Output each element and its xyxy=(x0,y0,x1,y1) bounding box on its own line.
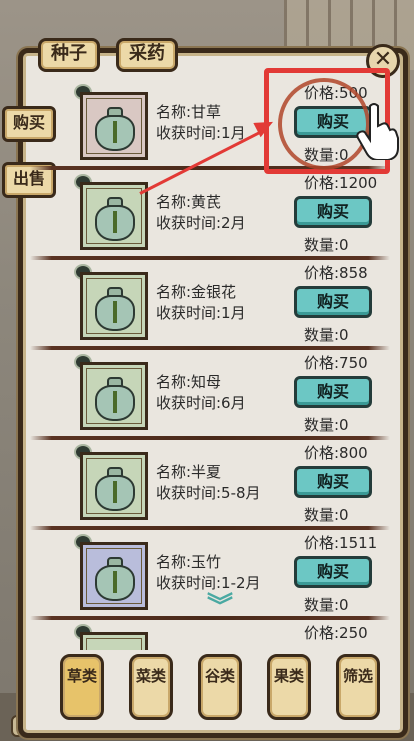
seed-row: 名称:金银花 收获时间:1月 价格:858 购买 数量:0 xyxy=(30,260,390,350)
pointer-hand-icon xyxy=(356,103,399,160)
seed-price: 价格:250 xyxy=(304,624,368,642)
category-grains[interactable]: 谷类 xyxy=(198,654,242,720)
seed-price: 价格:750 xyxy=(304,354,368,372)
seed-row: 名称:知母 收获时间:6月 价格:750 购买 数量:0 xyxy=(30,350,390,440)
seed-harvest-time: 收获时间:2月 xyxy=(156,214,246,232)
seed-thumb xyxy=(80,92,148,160)
category-fruits[interactable]: 果类 xyxy=(267,654,311,720)
seed-price: 价格:1511 xyxy=(304,534,378,552)
buy-button[interactable]: 购买 xyxy=(294,466,372,498)
seed-name: 名称:玉竹 xyxy=(156,553,222,571)
seed-name: 名称:黄芪 xyxy=(156,193,222,211)
seed-info: 名称:玉竹 收获时间:1-2月 xyxy=(156,552,261,594)
buy-button[interactable]: 购买 xyxy=(294,556,372,588)
tab-herbs[interactable]: 采药 xyxy=(116,38,178,72)
scroll-down-chevron-icon[interactable]: ︾ xyxy=(198,594,242,626)
seed-name: 名称:金银花 xyxy=(156,283,237,301)
seed-row: 名称:半夏 收获时间:5-8月 价格:800 购买 数量:0 xyxy=(30,440,390,530)
seed-price: 价格:858 xyxy=(304,264,368,282)
seed-harvest-time: 收获时间:5-8月 xyxy=(156,484,261,502)
seed-bag-icon xyxy=(95,377,135,421)
seed-info: 名称:知母 收获时间:6月 xyxy=(156,372,246,414)
seed-harvest-time: 收获时间:1月 xyxy=(156,124,246,142)
seed-price: 价格:800 xyxy=(304,444,368,462)
seed-harvest-time: 收获时间:1月 xyxy=(156,304,246,322)
seed-info: 名称:金银花 收获时间:1月 xyxy=(156,282,246,324)
seed-thumb xyxy=(80,182,148,250)
category-filter[interactable]: 筛选 xyxy=(336,654,380,720)
seed-info: 名称:黄芪 收获时间:2月 xyxy=(156,192,246,234)
buy-button[interactable]: 购买 xyxy=(294,286,372,318)
seed-qty: 数量:0 xyxy=(304,416,349,434)
seed-info: 名称:半夏 收获时间:5-8月 xyxy=(156,462,261,504)
seed-price: 价格:1200 xyxy=(304,174,378,192)
seed-qty: 数量:0 xyxy=(304,326,349,344)
seed-thumb xyxy=(80,452,148,520)
seed-bag-icon xyxy=(95,287,135,331)
seed-thumb xyxy=(80,542,148,610)
seed-harvest-time: 收获时间:1-2月 xyxy=(156,574,261,592)
category-vegetables[interactable]: 菜类 xyxy=(129,654,173,720)
seed-bag-icon xyxy=(95,467,135,511)
seed-qty: 数量:0 xyxy=(304,596,349,614)
seed-row: 名称:黄芪 收获时间:2月 价格:1200 购买 数量:0 xyxy=(30,170,390,260)
category-bar: 草类 菜类 谷类 果类 筛选 xyxy=(60,654,380,720)
seed-bag-icon xyxy=(95,107,135,151)
seed-thumb xyxy=(80,632,148,650)
seed-name: 名称:甘草 xyxy=(156,103,222,121)
seed-qty: 数量:0 xyxy=(304,506,349,524)
seed-thumb xyxy=(80,272,148,340)
tab-seeds[interactable]: 种子 xyxy=(38,38,100,72)
buy-button[interactable]: 购买 xyxy=(294,196,372,228)
seed-harvest-time: 收获时间:6月 xyxy=(156,394,246,412)
seed-bag-icon xyxy=(95,557,135,601)
category-herbs[interactable]: 草类 xyxy=(60,654,104,720)
seed-thumb xyxy=(80,362,148,430)
seed-name: 名称:半夏 xyxy=(156,463,222,481)
seed-qty: 数量:0 xyxy=(304,236,349,254)
buy-button[interactable]: 购买 xyxy=(294,376,372,408)
seed-name: 名称:知母 xyxy=(156,373,222,391)
seed-bag-icon xyxy=(95,197,135,241)
seed-info: 名称:甘草 收获时间:1月 xyxy=(156,102,246,144)
